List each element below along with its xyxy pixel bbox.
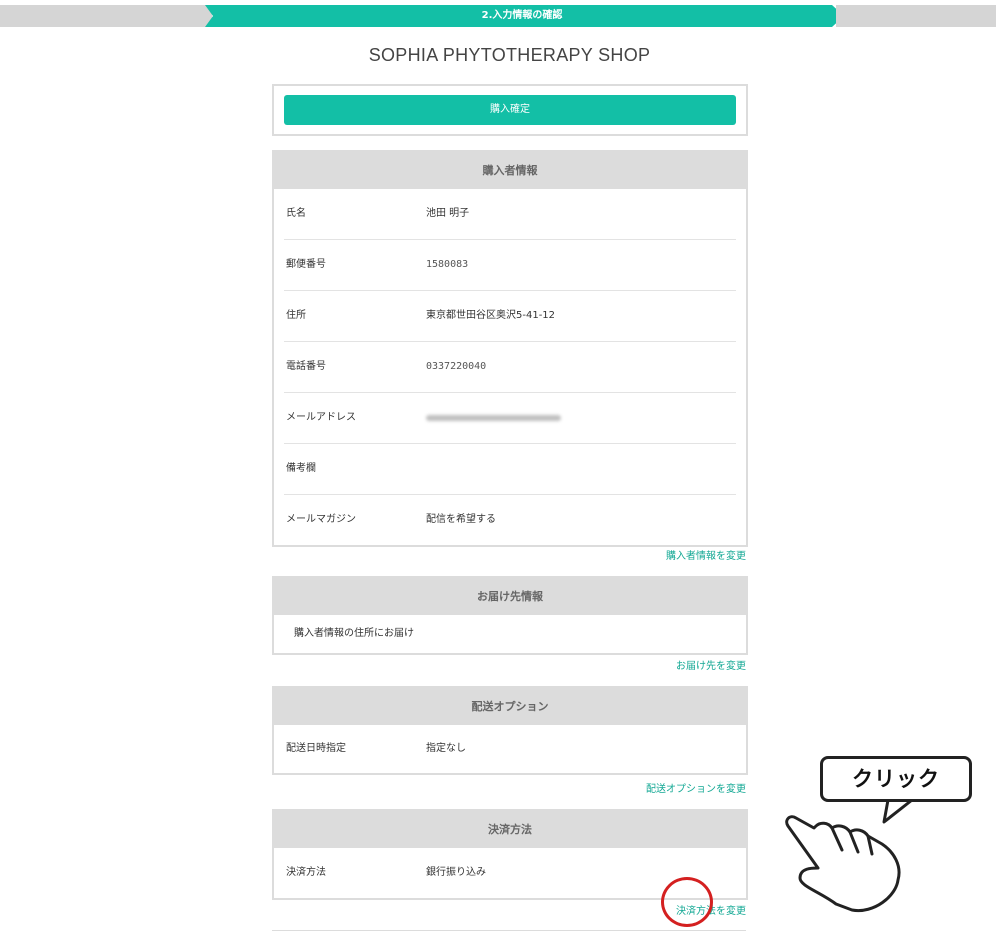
buyer-row-notes: 備考欄 — [284, 444, 736, 495]
progress-step-label: 2.入力情報の確認 — [481, 10, 563, 21]
payment-heading: 決済方法 — [274, 811, 746, 848]
change-delivery-link[interactable]: お届け先を変更 — [676, 657, 746, 672]
shipping-option-heading: 配送オプション — [274, 688, 746, 725]
redacted-email — [426, 415, 561, 421]
divider — [272, 930, 746, 931]
buyer-row-newsletter: メールマガジン 配信を希望する — [284, 495, 736, 545]
delivery-heading: お届け先情報 — [274, 578, 746, 615]
row-label: 配送日時指定 — [286, 743, 346, 754]
progress-step-previous — [0, 5, 212, 27]
row-value: 1580083 — [426, 259, 469, 270]
row-value: 指定なし — [426, 743, 466, 754]
row-value: 東京都世田谷区奥沢5-41-12 — [426, 310, 556, 321]
buyer-row-email: メールアドレス — [284, 393, 736, 444]
buyer-info-heading: 購入者情報 — [274, 152, 746, 189]
delivery-value: 購入者情報の住所にお届け — [294, 628, 414, 639]
buyer-row-postal: 郵便番号 1580083 — [284, 240, 736, 291]
row-label: メールマガジン — [286, 514, 356, 525]
buyer-info-panel: 購入者情報 氏名 池田 明子 郵便番号 1580083 住所 東京都世田谷区奥沢… — [272, 150, 748, 547]
change-shipping-option-link[interactable]: 配送オプションを変更 — [646, 780, 746, 795]
confirm-box: 購入確定 — [272, 84, 748, 136]
shop-title: SOPHIA PHYTOTHERAPY SHOP — [368, 45, 651, 65]
row-label: 備考欄 — [286, 463, 316, 474]
buyer-row-name: 氏名 池田 明子 — [284, 189, 736, 240]
shipping-date-row: 配送日時指定 指定なし — [284, 725, 736, 773]
delivery-panel: お届け先情報 購入者情報の住所にお届け — [272, 576, 748, 655]
shipping-option-panel: 配送オプション 配送日時指定 指定なし — [272, 686, 748, 775]
row-label: 氏名 — [286, 208, 306, 219]
row-value: 配信を希望する — [426, 514, 496, 525]
buyer-row-phone: 電話番号 0337220040 — [284, 342, 736, 393]
progress-step-next — [836, 5, 996, 27]
row-label: 郵便番号 — [286, 259, 326, 270]
confirm-purchase-button[interactable]: 購入確定 — [284, 95, 736, 125]
row-value: 銀行振り込み — [426, 867, 486, 878]
progress-bar: 2.入力情報の確認 — [0, 5, 996, 27]
row-value: 池田 明子 — [426, 208, 470, 219]
row-label: 住所 — [286, 310, 306, 321]
row-label: メールアドレス — [286, 412, 356, 423]
row-label: 電話番号 — [286, 361, 326, 372]
highlight-circle — [661, 877, 713, 927]
row-value: 0337220040 — [426, 361, 487, 372]
click-callout-text: クリック — [820, 756, 972, 802]
row-label: 決済方法 — [286, 867, 326, 878]
buyer-row-address: 住所 東京都世田谷区奥沢5-41-12 — [284, 291, 736, 342]
change-buyer-info-link[interactable]: 購入者情報を変更 — [666, 547, 746, 562]
delivery-row: 購入者情報の住所にお届け — [284, 615, 736, 653]
